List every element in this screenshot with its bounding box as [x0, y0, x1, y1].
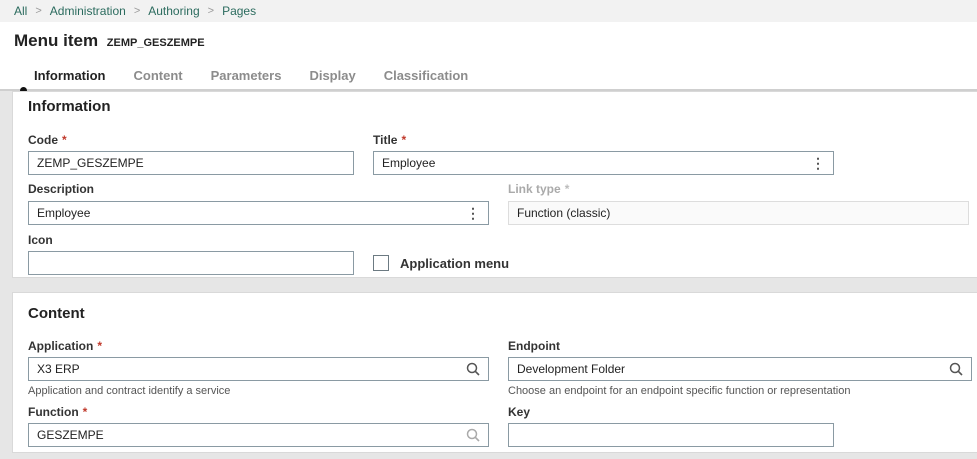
- breadcrumb: All > Administration > Authoring > Pages: [0, 0, 977, 22]
- page-title-text: Menu item: [14, 31, 99, 50]
- required-star-icon: *: [62, 133, 67, 147]
- application-field[interactable]: X3 ERP: [28, 357, 489, 381]
- information-section: Information Code * ZEMP_GESZEMPE Title * E…: [12, 91, 977, 278]
- content-section: Content Application * X3 ERP Application …: [12, 292, 977, 453]
- page-title: Menu item ZEMP_GESZEMPE: [14, 31, 205, 51]
- tab-parameters[interactable]: Parameters: [197, 68, 296, 83]
- tab-content[interactable]: Content: [120, 68, 197, 83]
- title-label: Title *: [373, 133, 407, 147]
- search-icon[interactable]: [466, 428, 480, 442]
- search-icon[interactable]: [466, 362, 480, 376]
- tab-bar: Information Content Parameters Display C…: [20, 68, 482, 83]
- application-label: Application *: [28, 339, 103, 353]
- key-label: Key: [508, 405, 531, 419]
- function-label: Function *: [28, 405, 88, 419]
- chevron-right-icon: >: [35, 5, 42, 17]
- page-header: Menu item ZEMP_GESZEMPE Information Cont…: [0, 22, 977, 90]
- application-menu-checkbox[interactable]: [373, 255, 389, 271]
- function-field-value: GESZEMPE: [37, 428, 104, 442]
- application-field-value: X3 ERP: [37, 362, 80, 376]
- chevron-right-icon: >: [133, 5, 141, 17]
- breadcrumb-all[interactable]: All: [14, 4, 27, 18]
- link-type-field: Function (classic): [508, 201, 969, 225]
- description-label: Description: [28, 182, 95, 196]
- required-star-icon: *: [564, 182, 570, 196]
- kebab-menu-icon[interactable]: ⋮: [811, 156, 825, 170]
- chevron-right-icon: >: [207, 5, 215, 17]
- required-star-icon: *: [401, 133, 407, 147]
- icon-label: Icon: [28, 233, 53, 247]
- breadcrumb-pages[interactable]: Pages: [222, 4, 256, 18]
- link-type-label: Link type *: [508, 182, 570, 196]
- code-label: Code *: [28, 133, 67, 147]
- tab-classification[interactable]: Classification: [370, 68, 483, 83]
- required-star-icon: *: [97, 339, 103, 353]
- endpoint-field-value: Development Folder: [517, 362, 626, 376]
- tab-display[interactable]: Display: [295, 68, 369, 83]
- code-field[interactable]: ZEMP_GESZEMPE: [28, 151, 354, 175]
- section-title-content: Content: [28, 305, 85, 322]
- tab-information[interactable]: Information: [20, 68, 120, 83]
- kebab-menu-icon[interactable]: ⋮: [466, 206, 480, 220]
- title-field-value: Employee: [382, 156, 436, 170]
- description-field-value: Employee: [37, 206, 91, 220]
- icon-field[interactable]: [28, 251, 354, 275]
- page-title-code: ZEMP_GESZEMPE: [106, 37, 205, 49]
- section-title-information: Information: [28, 98, 111, 115]
- function-field[interactable]: GESZEMPE: [28, 423, 489, 447]
- link-type-field-value: Function (classic): [517, 206, 611, 220]
- breadcrumb-administration[interactable]: Administration: [50, 4, 126, 18]
- required-star-icon: *: [82, 405, 88, 419]
- endpoint-label: Endpoint: [508, 339, 560, 353]
- code-field-value: ZEMP_GESZEMPE: [37, 156, 144, 170]
- search-icon[interactable]: [949, 362, 963, 376]
- application-hint: Application and contract identify a serv…: [28, 385, 231, 397]
- endpoint-hint: Choose an endpoint for an endpoint speci…: [508, 385, 851, 397]
- description-field[interactable]: Employee ⋮: [28, 201, 489, 225]
- breadcrumb-authoring[interactable]: Authoring: [148, 4, 199, 18]
- application-menu-label[interactable]: Application menu: [400, 256, 509, 271]
- endpoint-field[interactable]: Development Folder: [508, 357, 972, 381]
- title-field[interactable]: Employee ⋮: [373, 151, 834, 175]
- key-field[interactable]: [508, 423, 834, 447]
